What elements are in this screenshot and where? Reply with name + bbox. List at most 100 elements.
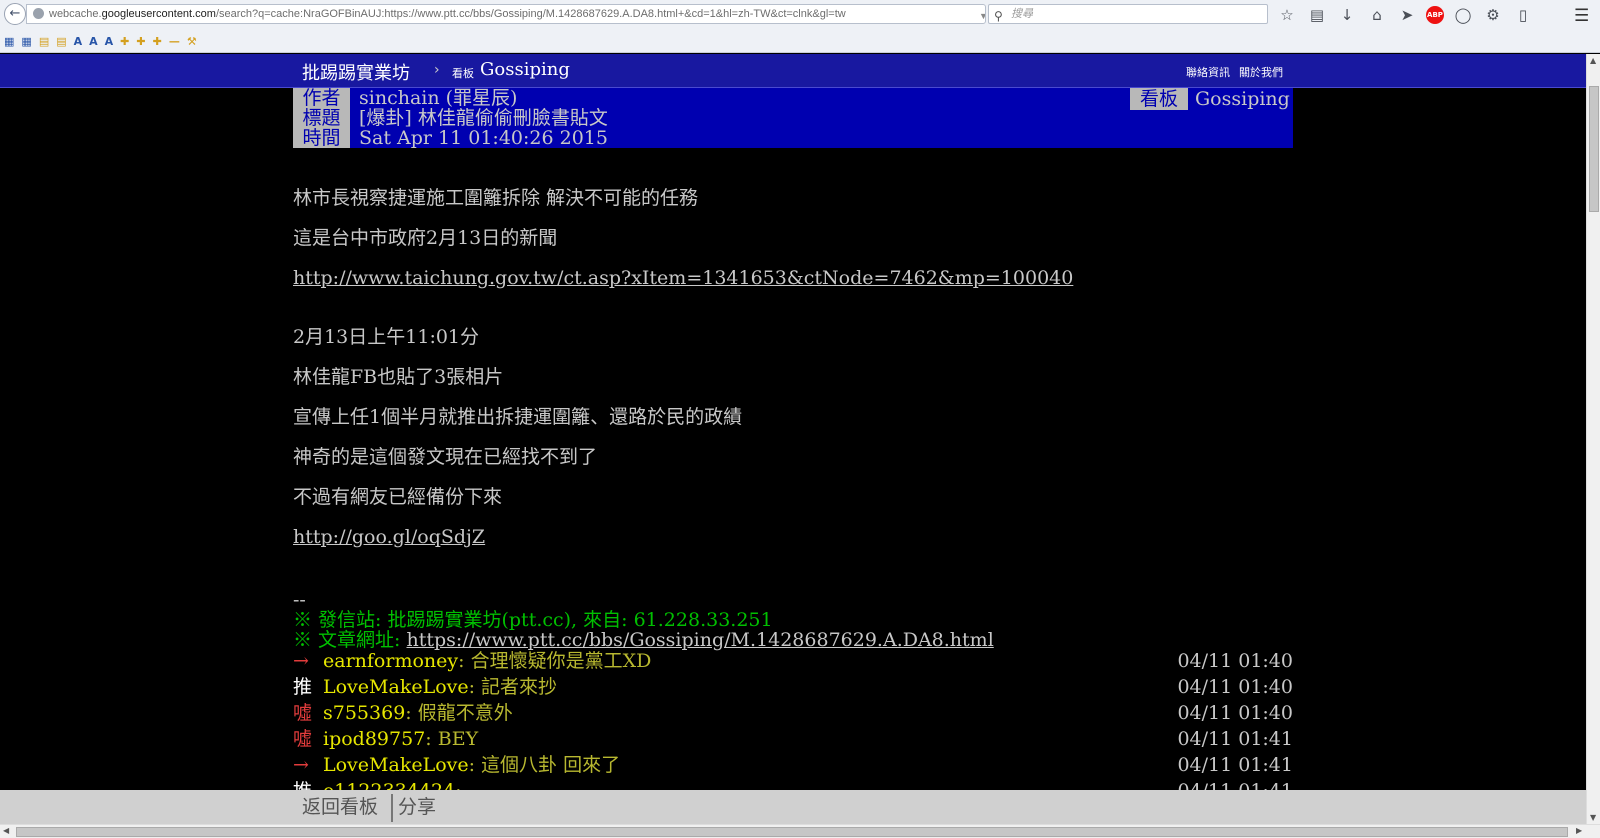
font-size-icon[interactable]: A	[74, 34, 83, 50]
bookmark-star-icon[interactable]: ☆	[1276, 4, 1298, 26]
board-link[interactable]: Gossiping	[480, 59, 570, 80]
scroll-down-icon[interactable]: ▼	[1590, 813, 1596, 822]
addon-icon[interactable]: ⚙	[1482, 4, 1504, 26]
bottom-divider	[391, 794, 393, 822]
push-tag: 噓	[293, 728, 313, 750]
back-to-board-button[interactable]: 返回看板	[302, 792, 378, 822]
extension-toolbar: ▦ ▦ ▤ ▤ A A A ✚ ✚ ✚ — ⚒	[4, 34, 197, 50]
url-host: googleusercontent.com	[101, 8, 216, 20]
extension-icon[interactable]: ▤	[39, 34, 49, 50]
font-size-icon[interactable]: A	[89, 34, 98, 50]
push-tag: →	[293, 650, 309, 672]
clipboard-icon[interactable]: ▯	[1512, 4, 1534, 26]
url-path: /search?q=cache:NraGOFBinAUJ:https://www…	[215, 8, 846, 20]
chat-icon[interactable]: ◯	[1452, 4, 1474, 26]
author-label: 作者	[293, 88, 350, 108]
board-meta-label: 看板	[1130, 88, 1188, 110]
site-identity-icon[interactable]	[33, 8, 44, 19]
browser-chrome: ← webcache.googleusercontent.com/search?…	[0, 0, 1600, 53]
body-line: 2月13日上午11:01分	[293, 326, 480, 348]
push-message: : 這個八卦 回來了	[468, 754, 621, 776]
send-icon[interactable]: ➤	[1396, 4, 1418, 26]
ptt-topbar: 批踢踢實業坊 › 看板 Gossiping 聯絡資訊 關於我們	[0, 54, 1586, 88]
push-time: 04/11 01:41	[1177, 754, 1293, 776]
plus-icon[interactable]: ✚	[136, 34, 145, 50]
push-message: : BEY	[425, 728, 479, 750]
push-time: 04/11 01:40	[1177, 702, 1293, 724]
tool-icon[interactable]: ⚒	[187, 34, 197, 50]
body-line: 林市長視察捷運施工圍籬拆除 解決不可能的任務	[293, 187, 699, 209]
breadcrumb-separator: ›	[434, 62, 440, 78]
address-bar[interactable]: webcache.googleusercontent.com/search?q=…	[26, 4, 986, 24]
search-icon: ⚲	[994, 9, 1003, 23]
push-row: → earnformoney: 合理懷疑你是黨工XD 04/11 01:40	[293, 648, 1293, 674]
minus-icon[interactable]: —	[169, 34, 180, 50]
adblock-icon[interactable]: ABP	[1426, 6, 1444, 24]
body-link-line: http://goo.gl/oqSdjZ	[293, 524, 485, 550]
plus-icon[interactable]: ✚	[120, 34, 129, 50]
body-link-line: http://www.taichung.gov.tw/ct.asp?xItem=…	[293, 265, 1073, 291]
font-size-icon[interactable]: A	[105, 34, 114, 50]
time-value: Sat Apr 11 01:40:26 2015	[359, 127, 608, 149]
horizontal-scrollbar[interactable]: ◀ ▶	[0, 824, 1600, 838]
scroll-right-icon[interactable]: ▶	[1576, 826, 1582, 835]
push-message: : 假龍不意外	[405, 702, 513, 724]
board-meta-value: Gossiping	[1195, 88, 1290, 110]
title-value: [爆卦] 林佳龍偷偷刪臉書貼文	[359, 107, 608, 129]
home-icon[interactable]: ⌂	[1366, 4, 1388, 26]
push-user: earnformoney	[323, 650, 459, 672]
back-button[interactable]: ←	[4, 3, 26, 25]
news-link[interactable]: http://www.taichung.gov.tw/ct.asp?xItem=…	[293, 267, 1073, 289]
post-url-line: ※ 文章網址: https://www.ptt.cc/bbs/Gossiping…	[293, 630, 994, 650]
toolbar-icons: ☆ ▤ ↓ ⌂ ➤ ABP ◯ ⚙ ▯	[1276, 4, 1534, 26]
extension-icon[interactable]: ▦	[21, 34, 31, 50]
search-input[interactable]: ⚲ 搜尋	[988, 4, 1268, 24]
body-line: 宣傳上任1個半月就推出拆捷運圍籬、還路於民的政績	[293, 406, 743, 428]
push-tag: 推	[293, 676, 313, 698]
author-value: sinchain (罪星辰)	[359, 87, 518, 109]
history-dropdown-icon[interactable]: ▼	[979, 7, 985, 23]
push-row: → LoveMakeLove: 這個八卦 回來了 04/11 01:41	[293, 752, 1293, 778]
share-button[interactable]: 分享	[398, 792, 436, 822]
extension-icon[interactable]: ▦	[4, 34, 14, 50]
signature-divider: --	[293, 589, 306, 611]
menu-icon[interactable]: ☰	[1574, 6, 1589, 26]
title-label: 標題	[293, 108, 350, 128]
post-source: ※ 發信站: 批踢踢實業坊(ptt.cc), 來自: 61.228.33.251	[293, 609, 773, 631]
bottom-bar: 返回看板 分享	[0, 790, 1586, 824]
push-tag: →	[293, 754, 309, 776]
search-placeholder: 搜尋	[1011, 7, 1033, 20]
download-icon[interactable]: ↓	[1336, 4, 1358, 26]
push-time: 04/11 01:40	[1177, 650, 1293, 672]
extension-icon[interactable]: ▤	[56, 34, 66, 50]
push-row: 噓 s755369: 假龍不意外 04/11 01:40	[293, 700, 1293, 726]
plus-icon[interactable]: ✚	[153, 34, 162, 50]
contact-link[interactable]: 聯絡資訊	[1186, 66, 1230, 79]
push-row: 噓 ipod89757: BEY 04/11 01:41	[293, 726, 1293, 752]
horizontal-scroll-thumb[interactable]	[16, 827, 1568, 837]
vertical-scrollbar[interactable]: ▲ ▼	[1586, 54, 1600, 824]
top-links: 聯絡資訊 關於我們	[1186, 64, 1292, 80]
reading-list-icon[interactable]: ▤	[1306, 4, 1328, 26]
push-message: : 記者來抄	[468, 676, 558, 698]
push-tag: 噓	[293, 702, 313, 724]
body-line: 神奇的是這個發文現在已經找不到了	[293, 446, 598, 468]
about-link[interactable]: 關於我們	[1239, 66, 1283, 79]
scroll-left-icon[interactable]: ◀	[3, 826, 9, 835]
push-user: ipod89757	[323, 728, 426, 750]
url-prefix: webcache.	[49, 8, 102, 20]
push-message: : 合理懷疑你是黨工XD	[458, 650, 652, 672]
body-line: 林佳龍FB也貼了3張相片	[293, 366, 504, 388]
push-row: 推 LoveMakeLove: 記者來抄 04/11 01:40	[293, 674, 1293, 700]
article-meta: 作者 sinchain (罪星辰) 標題 [爆卦] 林佳龍偷偷刪臉書貼文 時間 …	[293, 88, 1293, 148]
backup-link[interactable]: http://goo.gl/oqSdjZ	[293, 526, 485, 548]
push-user: s755369	[323, 702, 406, 724]
body-line: 這是台中市政府2月13日的新聞	[293, 227, 558, 249]
time-label: 時間	[293, 128, 350, 148]
scroll-up-icon[interactable]: ▲	[1590, 56, 1596, 65]
push-time: 04/11 01:41	[1177, 728, 1293, 750]
push-user: LoveMakeLove	[323, 676, 469, 698]
vertical-scroll-thumb[interactable]	[1589, 86, 1599, 212]
navigation-toolbar: ← webcache.googleusercontent.com/search?…	[0, 2, 1600, 26]
site-logo[interactable]: 批踢踢實業坊	[302, 59, 410, 85]
